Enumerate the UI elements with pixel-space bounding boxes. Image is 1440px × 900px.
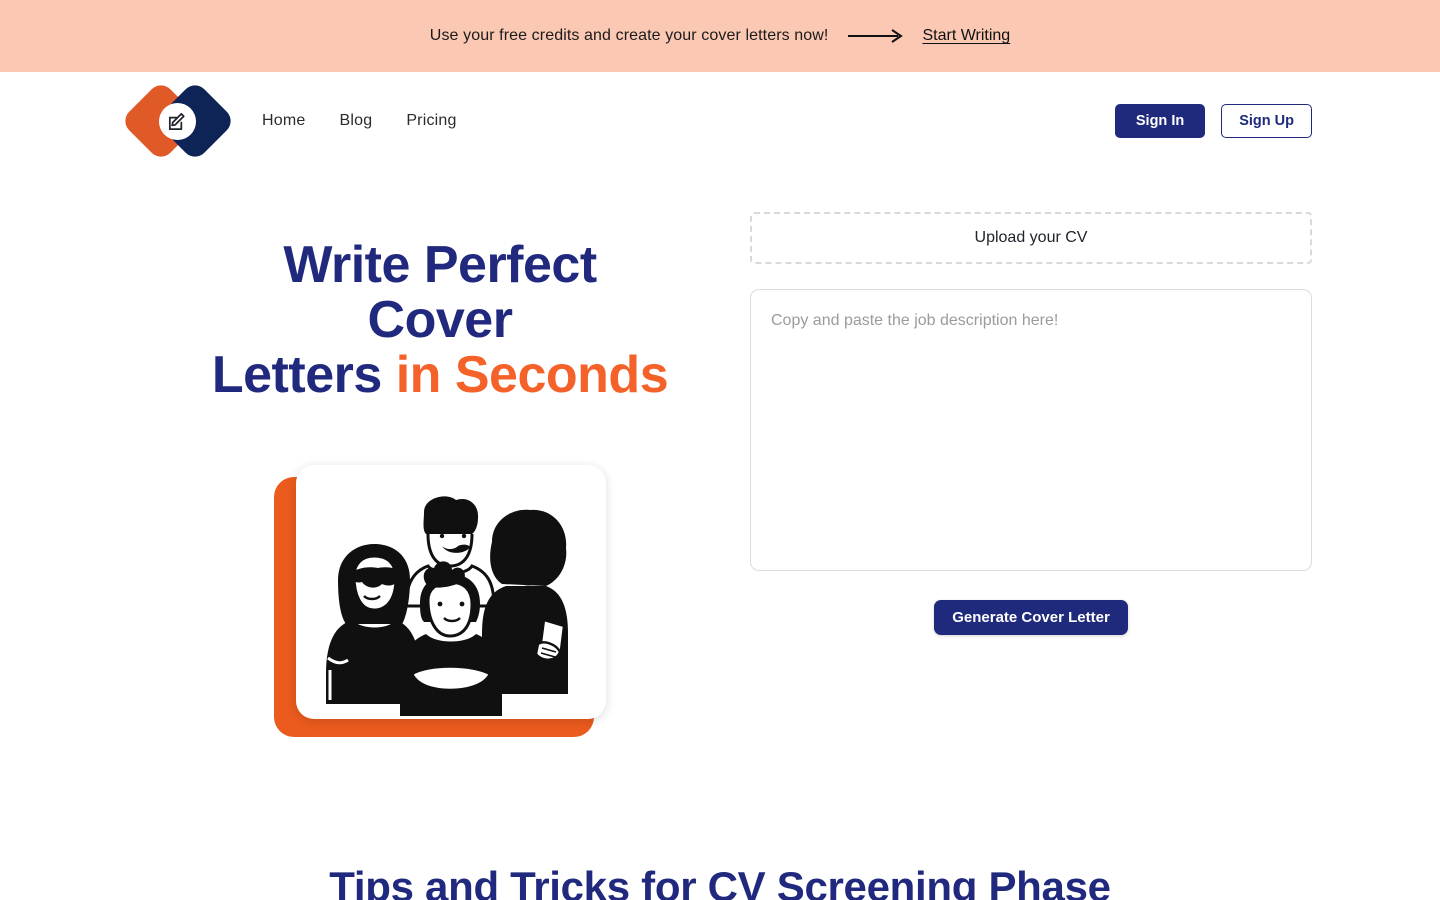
sign-up-button[interactable]: Sign Up	[1221, 104, 1312, 138]
job-description-input[interactable]	[750, 289, 1312, 571]
sign-in-button[interactable]: Sign In	[1114, 104, 1206, 138]
start-writing-link[interactable]: Start Writing	[922, 27, 1010, 45]
brand-logo[interactable]	[119, 79, 237, 163]
nav-link-blog[interactable]: Blog	[339, 112, 372, 130]
hero-left-column: Write Perfect Cover Letters in Seconds	[130, 204, 750, 738]
hero-form-column: Upload your CV Generate Cover Letter	[750, 204, 1312, 737]
promo-message: Use your free credits and create your co…	[429, 27, 829, 44]
hero-title: Write Perfect Cover Letters in Seconds	[205, 236, 675, 405]
upload-cv-label: Upload your CV	[974, 229, 1088, 246]
hero-title-line2: Letters	[211, 346, 396, 405]
generate-button-row: Generate Cover Letter	[750, 600, 1312, 635]
generate-cover-letter-button[interactable]: Generate Cover Letter	[934, 600, 1128, 635]
main-nav: Home Blog Pricing	[262, 112, 457, 130]
upload-cv-dropzone[interactable]: Upload your CV	[750, 212, 1312, 264]
tips-section-heading: Tips and Tricks for CV Screening Phase	[329, 863, 1111, 900]
people-group-illustration	[326, 496, 568, 717]
hero-title-accent: in Seconds	[395, 346, 669, 405]
hero-illustration-figure	[274, 465, 606, 738]
site-header: Home Blog Pricing Sign In Sign Up	[0, 72, 1440, 170]
header-actions: Sign In Sign Up	[1114, 104, 1312, 138]
nav-link-home[interactable]: Home	[262, 112, 305, 130]
promo-banner: Use your free credits and create your co…	[0, 0, 1440, 72]
hero-section: Write Perfect Cover Letters in Seconds U…	[0, 170, 1440, 738]
hero-title-line1: Write Perfect Cover	[283, 236, 597, 350]
logo-disc	[159, 103, 196, 140]
pencil-edit-icon	[168, 112, 185, 131]
long-right-arrow-icon	[848, 29, 904, 43]
illustration-card	[296, 465, 606, 720]
nav-link-pricing[interactable]: Pricing	[406, 112, 456, 130]
tips-section: Tips and Tricks for CV Screening Phase	[0, 863, 1440, 900]
